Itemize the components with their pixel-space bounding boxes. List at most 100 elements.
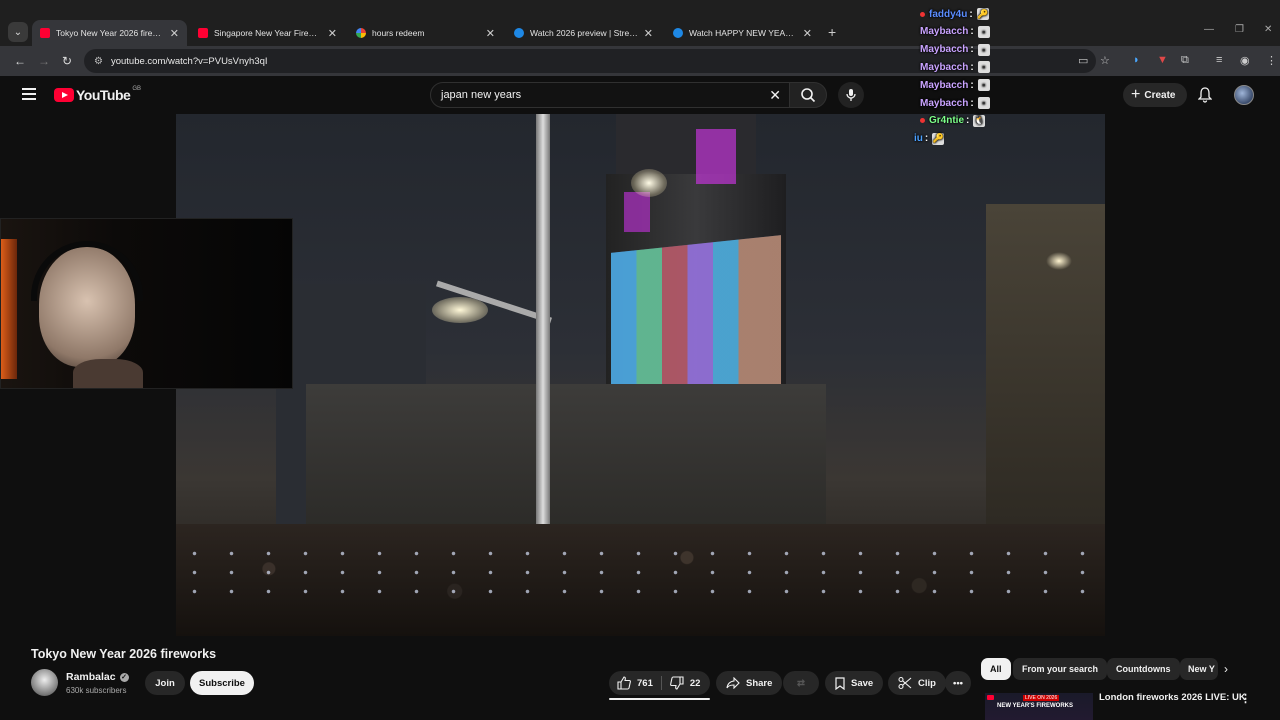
video-frame-streetlight-pole — [536, 114, 550, 584]
streamer-webcam — [0, 218, 293, 389]
chat-message: iu: 🔑 — [914, 131, 945, 147]
streamable-favicon-icon — [514, 28, 524, 38]
webcam-light — [1, 239, 17, 379]
chevron-right-icon[interactable]: › — [1224, 662, 1228, 676]
tab-title: Watch 2026 preview | Streamab — [530, 28, 638, 38]
chat-emote-icon: 🐧 — [973, 114, 986, 127]
share-label: Share — [746, 677, 773, 689]
chip-countdowns[interactable]: Countdowns — [1107, 658, 1180, 680]
close-tab-icon[interactable]: ✕ — [803, 27, 812, 40]
back-icon[interactable]: ← — [14, 54, 26, 68]
extension-shield-icon[interactable]: ▼ — [1157, 54, 1168, 66]
chat-message: Maybacch: ▪ — [920, 42, 990, 58]
reload-icon[interactable]: ↻ — [62, 54, 72, 68]
search-input[interactable]: japan new years ✕ — [430, 82, 790, 108]
video-player[interactable] — [176, 114, 1105, 636]
chat-message: Maybacch: ▪ — [920, 95, 990, 111]
tab-hours-redeem[interactable]: hours redeem ✕ — [348, 20, 503, 46]
live-badge: LIVE ON 2026 — [1023, 695, 1060, 701]
join-button[interactable]: Join — [145, 671, 185, 695]
youtube-logo[interactable]: YouTube GB — [54, 86, 141, 103]
youtube-favicon-icon — [40, 28, 50, 38]
close-tab-icon[interactable]: ✕ — [486, 27, 495, 40]
video-details: Tokyo New Year 2026 fireworks Rambalac ✓… — [0, 636, 1280, 720]
tab-streamable-happy-new-year[interactable]: Watch HAPPY NEW YEAR | Strea ✕ — [665, 20, 820, 46]
stream-chat-overlay: faddy4u: 🔑 Maybacch: ▪ Maybacch: ▪ Maybacch: ▪ M… — [912, 2, 1002, 148]
chat-separator: : — [970, 26, 974, 38]
recommendation-thumbnail[interactable]: LIVE ON 2026 NEW YEAR'S FIREWORKS — [985, 693, 1093, 720]
cast-icon[interactable]: ▭ — [1078, 54, 1088, 67]
site-info-icon[interactable]: ⚙ — [94, 56, 103, 67]
thumbnail-caption: NEW YEAR'S FIREWORKS — [997, 703, 1073, 709]
video-frame-building — [986, 204, 1105, 524]
close-tab-icon[interactable]: ✕ — [644, 27, 653, 40]
chat-message: faddy4u: 🔑 — [920, 6, 989, 22]
search-button[interactable] — [789, 82, 827, 108]
more-actions-button[interactable]: ••• — [945, 671, 971, 695]
create-button[interactable]: + Create — [1123, 83, 1188, 107]
minimize-icon[interactable]: — — [1204, 24, 1214, 35]
channel-name[interactable]: Rambalac ✓ — [66, 671, 129, 683]
tab-search-button[interactable]: ⌄ — [8, 22, 28, 42]
browser-toolbar: ← → ↻ ⚙ youtube.com/watch?v=PVUsVnyh3qI … — [0, 46, 1280, 76]
chat-username: Maybacch — [920, 44, 969, 56]
video-frame-lamp-glow — [631, 169, 667, 197]
chat-message: Maybacch: ▪ — [920, 59, 990, 75]
share-button[interactable]: Share — [716, 671, 783, 695]
restore-icon[interactable]: ❐ — [1235, 24, 1244, 35]
voice-search-button[interactable] — [838, 82, 864, 108]
close-tab-icon[interactable]: ✕ — [170, 27, 179, 40]
tab-title: hours redeem — [372, 28, 425, 38]
clip-label: Clip — [918, 677, 936, 689]
chat-emote-icon: ▪ — [977, 79, 990, 92]
more-menu-icon[interactable]: ⋮ — [1266, 54, 1277, 67]
notifications-bell-icon[interactable] — [1197, 87, 1213, 108]
chat-separator: : — [969, 8, 973, 20]
chat-username: iu — [914, 133, 923, 145]
like-button[interactable]: 761 — [609, 671, 661, 695]
thumbs-down-icon — [669, 676, 684, 690]
video-frame-lamp-glow — [432, 297, 488, 323]
tab-singapore-fireworks[interactable]: Singapore New Year Fireworks ✕ — [190, 20, 345, 46]
subscribe-button[interactable]: Subscribe — [190, 671, 254, 695]
recommendation-menu-icon[interactable]: ⋮ — [1240, 692, 1251, 705]
like-ratio-bar — [609, 698, 710, 700]
thumbs-up-icon — [617, 676, 631, 690]
menu-icon[interactable] — [22, 88, 36, 100]
chat-emote-icon: ▪ — [977, 43, 990, 56]
chat-separator: : — [966, 115, 970, 127]
chat-message: Maybacch: ▪ — [920, 77, 990, 93]
dislike-button[interactable]: 22 — [662, 671, 709, 695]
chat-username: Maybacch — [920, 61, 969, 73]
search-icon — [801, 88, 816, 103]
video-frame-light — [696, 129, 736, 184]
media-controls-icon[interactable]: ≡ — [1216, 54, 1222, 66]
remix-button[interactable]: ⇄ — [783, 671, 819, 695]
chat-badge-icon — [920, 11, 925, 17]
chip-from-your-search[interactable]: From your search — [1013, 658, 1108, 680]
save-button[interactable]: Save — [825, 671, 884, 695]
close-tab-icon[interactable]: ✕ — [328, 27, 337, 40]
bookmark-star-icon[interactable]: ☆ — [1100, 54, 1110, 67]
forward-icon[interactable]: → — [38, 54, 50, 68]
close-window-icon[interactable]: ✕ — [1264, 24, 1272, 35]
extensions-puzzle-icon[interactable]: ⧉ — [1181, 54, 1189, 67]
profile-avatar-icon[interactable]: ◉ — [1240, 54, 1250, 67]
chat-emote-icon: ▪ — [977, 25, 990, 38]
clip-button[interactable]: Clip — [888, 671, 946, 695]
tab-streamable-preview[interactable]: Watch 2026 preview | Streamab ✕ — [506, 20, 661, 46]
chip-new-year[interactable]: New Y — [1180, 658, 1218, 680]
clear-search-icon[interactable]: ✕ — [769, 87, 781, 104]
new-tab-icon[interactable]: + — [828, 24, 836, 40]
chip-all[interactable]: All — [981, 658, 1011, 680]
channel-avatar[interactable] — [31, 669, 58, 696]
youtube-play-icon — [54, 88, 74, 102]
headphones-icon — [31, 241, 143, 301]
chat-emote-icon: ▪ — [977, 97, 990, 109]
account-avatar[interactable] — [1234, 85, 1254, 105]
recommendation-title[interactable]: London fireworks 2026 LIVE: UK — [1099, 692, 1246, 703]
extension-audio-icon[interactable]: ◗ — [1133, 54, 1140, 66]
save-label: Save — [851, 677, 874, 689]
tab-tokyo-new-year[interactable]: Tokyo New Year 2026 fireworks ✕ — [32, 20, 187, 46]
verified-check-icon: ✓ — [119, 672, 129, 682]
